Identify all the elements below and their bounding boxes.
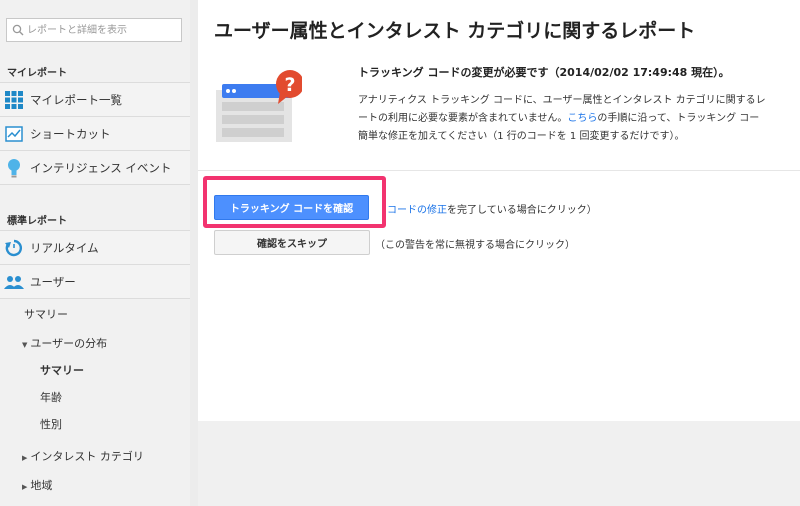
sidebar-item-label: インテリジェンス イベント (30, 160, 172, 175)
instructions-link[interactable]: こちら (567, 113, 597, 124)
panel-gap (190, 0, 198, 506)
my-reports-heading: マイレポート (7, 68, 67, 79)
users-icon (4, 272, 24, 292)
notice-text: の手順に沿って、トラッキング コー (597, 113, 760, 124)
verify-hint: コードの修正を完了している場合にクリック） (387, 201, 597, 216)
sidebar-item-label: ユーザー (30, 274, 76, 289)
notice-body: アナリティクス トラッキング コードに、ユーザー属性とインタレスト カテゴリに関… (358, 92, 800, 146)
sidebar-item-shortcuts[interactable]: ショートカット (0, 116, 190, 150)
sidebar: マイレポート マイレポート一覧 ショートカット イン (0, 0, 191, 506)
standard-reports-heading: 標準レポート (7, 216, 67, 227)
verify-tracking-code-button[interactable]: トラッキング コードを確認 (214, 195, 369, 220)
notice-line: アナリティクス トラッキング コードに、ユーザー属性とインタレスト カテゴリに関… (358, 95, 766, 106)
shortcut-icon (4, 124, 24, 144)
sidebar-item-distribution-summary[interactable]: サマリー (40, 362, 84, 378)
code-fix-link[interactable]: コードの修正 (387, 205, 447, 216)
sidebar-item-user-distribution[interactable]: ▼ ユーザーの分布 (22, 335, 107, 351)
chevron-down-icon: ▼ (22, 341, 28, 349)
sidebar-item-intelligence-events[interactable]: インテリジェンス イベント (0, 150, 190, 185)
divider (198, 170, 800, 171)
verify-hint-text: を完了している場合にクリック） (447, 205, 597, 216)
sidebar-item-my-reports[interactable]: マイレポート一覧 (0, 82, 190, 116)
notice-heading: トラッキング コードの変更が必要です（2014/02/02 17:49:48 現… (358, 66, 730, 79)
sidebar-item-gender[interactable]: 性別 (40, 416, 62, 432)
sidebar-item-users[interactable]: ユーザー (0, 264, 190, 299)
sidebar-item-age[interactable]: 年齢 (40, 389, 62, 405)
sidebar-item-label: マイレポート一覧 (30, 92, 122, 107)
realtime-clock-icon (4, 238, 24, 258)
svg-text:?: ? (284, 74, 295, 96)
sidebar-item-label: 地域 (30, 479, 53, 492)
notice-text: ートの利用に必要な要素が含まれていません。 (358, 113, 568, 124)
sidebar-item-region[interactable]: ▶ 地域 (22, 477, 52, 493)
lightbulb-icon (4, 158, 24, 178)
notice-line: 簡単な修正を加えてください（1 行のコードを 1 回変更するだけです）。 (358, 131, 685, 142)
sidebar-item-label: リアルタイム (30, 240, 99, 255)
notice-line: ートの利用に必要な要素が含まれていません。こちらの手順に沿って、トラッキング コ… (358, 110, 800, 128)
main-panel: ユーザー属性とインタレスト カテゴリに関するレポート ? トラッキング コードの… (198, 0, 800, 421)
sidebar-item-users-summary[interactable]: サマリー (24, 306, 68, 322)
browser-warning-illustration: ? (216, 70, 302, 142)
report-search-field[interactable] (6, 18, 182, 42)
sidebar-item-label: ショートカット (30, 126, 111, 141)
search-input[interactable] (27, 21, 177, 39)
skip-hint: （この警告を常に無視する場合にクリック） (375, 240, 575, 251)
sidebar-item-interest-category[interactable]: ▶ インタレスト カテゴリ (22, 448, 144, 464)
sidebar-item-realtime[interactable]: リアルタイム (0, 230, 190, 264)
chevron-right-icon: ▶ (22, 483, 28, 491)
sidebar-item-label: ユーザーの分布 (30, 337, 108, 350)
dashboard-grid-icon (4, 90, 24, 110)
sidebar-item-label: インタレスト カテゴリ (30, 450, 144, 463)
chevron-right-icon: ▶ (22, 454, 28, 462)
search-icon (12, 24, 24, 36)
empty-footer-area (198, 421, 800, 506)
skip-verification-button[interactable]: 確認をスキップ (214, 230, 370, 255)
page-title: ユーザー属性とインタレスト カテゴリに関するレポート (214, 20, 696, 42)
